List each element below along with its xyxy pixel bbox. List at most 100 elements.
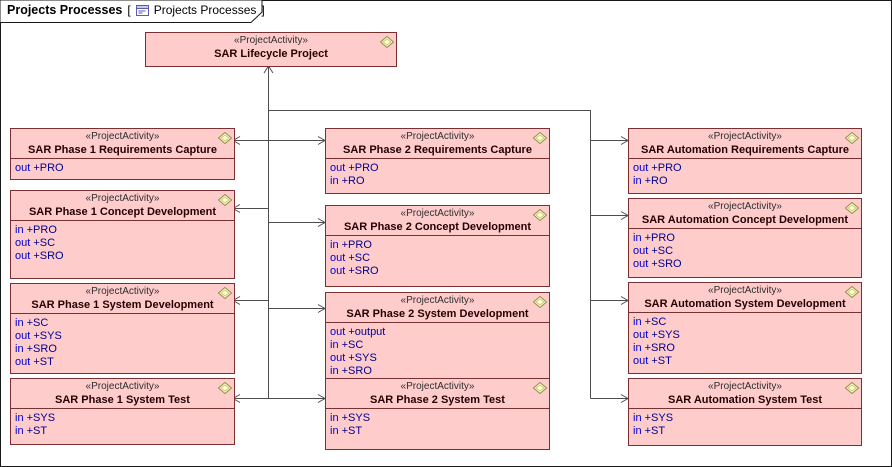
activity-box-sar-automation-system-development[interactable]: «ProjectActivity» SAR Automation System … bbox=[628, 282, 862, 374]
activity-box-header: «ProjectActivity» SAR Phase 2 System Dev… bbox=[326, 293, 549, 323]
activity-parameters: in +PROout +SCout +SRO bbox=[629, 229, 861, 273]
project-activity-icon bbox=[845, 131, 859, 143]
parameter-line: in +SC bbox=[633, 316, 857, 329]
stereotype-label: «ProjectActivity» bbox=[330, 208, 545, 220]
parameter-line: out +SYS bbox=[633, 329, 857, 342]
stereotype-label: «ProjectActivity» bbox=[15, 381, 230, 393]
parameter-line: out +SC bbox=[633, 245, 857, 258]
parameter-line: in +ST bbox=[330, 425, 545, 438]
frame-title: Projects Processes bbox=[7, 3, 122, 17]
activity-box-header: «ProjectActivity» SAR Phase 2 Concept De… bbox=[326, 206, 549, 236]
diagram-frame-heading: Projects Processes [ Projects Processes … bbox=[0, 0, 264, 24]
parameter-line: in +ST bbox=[633, 425, 857, 438]
project-activity-icon bbox=[533, 381, 547, 393]
activity-parameters: in +SYSin +ST bbox=[11, 409, 234, 440]
activity-parameters: in +SCout +SYSin +SROout +ST bbox=[629, 313, 861, 370]
parameter-line: out +PRO bbox=[330, 162, 545, 175]
parameter-line: out +ST bbox=[633, 355, 857, 368]
project-activity-icon bbox=[218, 193, 232, 205]
parameter-line: in +RO bbox=[633, 175, 857, 188]
parameter-line: in +PRO bbox=[15, 224, 230, 237]
activity-box-header: «ProjectActivity» SAR Lifecycle Project bbox=[146, 33, 396, 62]
parameter-line: in +ST bbox=[15, 425, 230, 438]
activity-title: SAR Automation System Development bbox=[633, 297, 857, 311]
stereotype-label: «ProjectActivity» bbox=[633, 381, 857, 393]
activity-title: SAR Phase 2 System Development bbox=[330, 307, 545, 321]
activity-box-sar-phase-1-requirements-capture[interactable]: «ProjectActivity» SAR Phase 1 Requiremen… bbox=[10, 128, 235, 180]
parameter-line: out +SYS bbox=[330, 352, 545, 365]
activity-box-sar-phase-2-requirements-capture[interactable]: «ProjectActivity» SAR Phase 2 Requiremen… bbox=[325, 128, 550, 194]
stereotype-label: «ProjectActivity» bbox=[15, 286, 230, 298]
project-activity-icon bbox=[845, 381, 859, 393]
project-activity-icon bbox=[380, 35, 394, 47]
activity-box-sar-phase-1-system-test[interactable]: «ProjectActivity» SAR Phase 1 System Tes… bbox=[10, 378, 235, 445]
activity-box-header: «ProjectActivity» SAR Automation Concept… bbox=[629, 199, 861, 229]
parameter-line: out +output bbox=[330, 326, 545, 339]
activity-box-header: «ProjectActivity» SAR Phase 1 System Dev… bbox=[11, 284, 234, 314]
project-activity-icon bbox=[845, 201, 859, 213]
parameter-line: out +SC bbox=[330, 252, 545, 265]
stereotype-label: «ProjectActivity» bbox=[15, 193, 230, 205]
activity-box-sar-phase-1-concept-development[interactable]: «ProjectActivity» SAR Phase 1 Concept De… bbox=[10, 190, 235, 279]
parameter-line: in +RO bbox=[330, 175, 545, 188]
activity-parameters: out +PROin +RO bbox=[326, 159, 549, 190]
project-activity-icon bbox=[533, 208, 547, 220]
activity-title: SAR Automation Concept Development bbox=[633, 213, 857, 227]
activity-box-sar-phase-2-concept-development[interactable]: «ProjectActivity» SAR Phase 2 Concept De… bbox=[325, 205, 550, 287]
activity-box-sar-automation-requirements-capture[interactable]: «ProjectActivity» SAR Automation Require… bbox=[628, 128, 862, 194]
activity-box-header: «ProjectActivity» SAR Phase 1 Requiremen… bbox=[11, 129, 234, 159]
parameter-line: out +ST bbox=[15, 356, 230, 369]
activity-parameters: out +PROin +RO bbox=[629, 159, 861, 190]
project-activity-icon bbox=[218, 286, 232, 298]
parameter-line: out +PRO bbox=[15, 162, 230, 175]
activity-title: SAR Phase 2 System Test bbox=[330, 393, 545, 407]
parameter-line: in +SYS bbox=[15, 412, 230, 425]
project-activity-icon bbox=[533, 295, 547, 307]
activity-title: SAR Phase 1 System Development bbox=[15, 298, 230, 312]
stereotype-label: «ProjectActivity» bbox=[330, 381, 545, 393]
activity-box-sar-lifecycle-project[interactable]: «ProjectActivity» SAR Lifecycle Project bbox=[145, 32, 397, 67]
parameter-line: in +SC bbox=[15, 317, 230, 330]
parameter-line: in +SRO bbox=[330, 365, 545, 378]
activity-title: SAR Phase 2 Requirements Capture bbox=[330, 143, 545, 157]
diagram-icon bbox=[136, 5, 149, 16]
activity-parameters: out +outputin +SCout +SYSin +SRO bbox=[326, 323, 549, 379]
activity-box-header: «ProjectActivity» SAR Phase 2 Requiremen… bbox=[326, 129, 549, 159]
activity-box-sar-phase-2-system-test[interactable]: «ProjectActivity» SAR Phase 2 System Tes… bbox=[325, 378, 550, 450]
project-activity-icon bbox=[845, 285, 859, 297]
activity-title: SAR Phase 2 Concept Development bbox=[330, 220, 545, 234]
parameter-line: in +SYS bbox=[633, 412, 857, 425]
activity-box-sar-automation-system-test[interactable]: «ProjectActivity» SAR Automation System … bbox=[628, 378, 862, 446]
parameter-line: out +SC bbox=[15, 237, 230, 250]
activity-parameters: in +PROout +SCout +SRO bbox=[11, 221, 234, 265]
activity-title: SAR Phase 1 Concept Development bbox=[15, 205, 230, 219]
parameter-line: in +PRO bbox=[330, 239, 545, 252]
parameter-line: out +PRO bbox=[633, 162, 857, 175]
parameter-line: in +SRO bbox=[15, 343, 230, 356]
activity-box-sar-phase-2-system-development[interactable]: «ProjectActivity» SAR Phase 2 System Dev… bbox=[325, 292, 550, 379]
parameter-line: out +SRO bbox=[633, 258, 857, 271]
frame-bracket-close: ] bbox=[261, 3, 264, 17]
activity-title: SAR Automation Requirements Capture bbox=[633, 143, 857, 157]
activity-parameters: in +SYSin +ST bbox=[629, 409, 861, 440]
parameter-line: out +SRO bbox=[15, 250, 230, 263]
frame-diagram-name[interactable]: Projects Processes bbox=[154, 3, 257, 17]
activity-box-sar-phase-1-system-development[interactable]: «ProjectActivity» SAR Phase 1 System Dev… bbox=[10, 283, 235, 374]
parameter-line: in +SC bbox=[330, 339, 545, 352]
project-activity-icon bbox=[533, 131, 547, 143]
project-activity-icon bbox=[218, 381, 232, 393]
stereotype-label: «ProjectActivity» bbox=[150, 35, 392, 47]
parameter-line: in +SRO bbox=[633, 342, 857, 355]
parameter-line: out +SRO bbox=[330, 265, 545, 278]
parameter-line: in +SYS bbox=[330, 412, 545, 425]
stereotype-label: «ProjectActivity» bbox=[633, 131, 857, 143]
activity-title: SAR Automation System Test bbox=[633, 393, 857, 407]
stereotype-label: «ProjectActivity» bbox=[330, 295, 545, 307]
activity-title: SAR Phase 1 Requirements Capture bbox=[15, 143, 230, 157]
activity-box-header: «ProjectActivity» SAR Phase 2 System Tes… bbox=[326, 379, 549, 409]
activity-parameters: in +SCout +SYSin +SROout +ST bbox=[11, 314, 234, 371]
activity-parameters: in +PROout +SCout +SRO bbox=[326, 236, 549, 280]
activity-box-sar-automation-concept-development[interactable]: «ProjectActivity» SAR Automation Concept… bbox=[628, 198, 862, 278]
activity-box-header: «ProjectActivity» SAR Phase 1 Concept De… bbox=[11, 191, 234, 221]
activity-title: SAR Phase 1 System Test bbox=[15, 393, 230, 407]
